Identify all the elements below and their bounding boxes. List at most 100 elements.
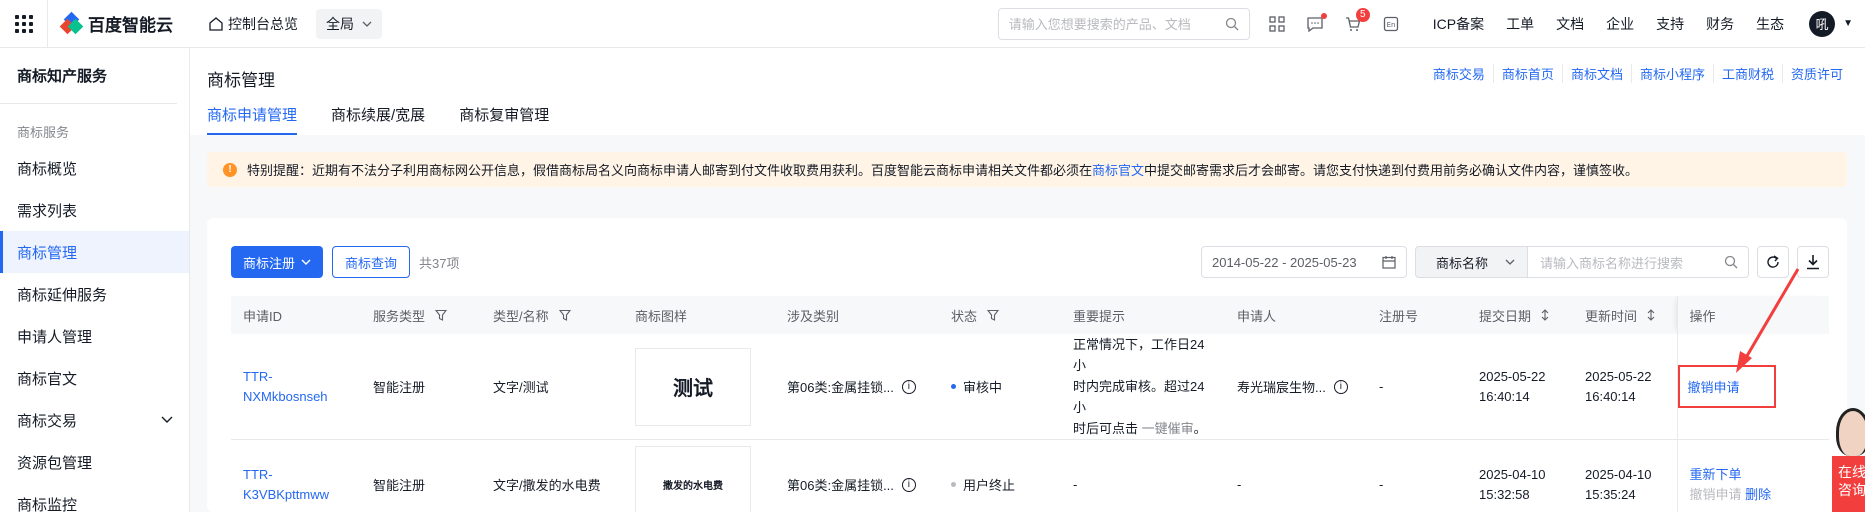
cell-applicant: - bbox=[1225, 439, 1367, 512]
col-header-update-time: 更新时间 bbox=[1573, 296, 1677, 334]
trademark-name-search-input[interactable]: 请输入商标名称进行搜索 bbox=[1527, 246, 1749, 278]
cell-category: 第06类:金属挂锁... i bbox=[775, 439, 939, 512]
query-button[interactable]: 商标查询 bbox=[332, 246, 411, 278]
tab-applications[interactable]: 商标申请管理 bbox=[207, 104, 298, 135]
info-icon[interactable]: i bbox=[901, 379, 916, 394]
global-search-input[interactable]: 请输入您想要搜索的产品、文档 bbox=[997, 7, 1250, 40]
filter-icon[interactable] bbox=[435, 309, 448, 321]
table-header-row: 申请ID 服务类型 类型/名称 商标图样 涉及类别 状态 重要提示 申请人 注册… bbox=[231, 296, 1829, 334]
sort-icon[interactable] bbox=[1647, 309, 1655, 321]
top-link-enterprise[interactable]: 企业 bbox=[1606, 14, 1634, 34]
top-link-icp[interactable]: ICP备案 bbox=[1433, 14, 1484, 34]
sidebar-group-label: 商标服务 bbox=[17, 125, 70, 140]
search-placeholder: 请输入您想要搜索的产品、文档 bbox=[1008, 17, 1191, 32]
tab-review[interactable]: 商标复审管理 bbox=[459, 104, 549, 135]
sidebar-item-extension-services[interactable]: 商标延伸服务 bbox=[0, 273, 189, 315]
table-row: TTR- K3VBKpttmww 智能注册 文字/撒发的水电费 撒发的水电费 第0… bbox=[231, 439, 1829, 512]
status-text: 审核中 bbox=[963, 380, 1003, 395]
cell-submit-date: 2025-05-22 16:40:14 bbox=[1467, 334, 1573, 440]
region-select[interactable]: 全局 bbox=[316, 8, 382, 39]
brand-logo-icon bbox=[59, 11, 84, 34]
quick-link-home[interactable]: 商标首页 bbox=[1492, 64, 1562, 83]
annotation-arrow bbox=[1736, 268, 1800, 373]
caret-down-icon[interactable]: ▼ bbox=[1843, 18, 1853, 29]
application-id-link[interactable]: TTR- K3VBKpttmww bbox=[243, 465, 361, 505]
col-header-submit-date: 提交日期 bbox=[1467, 296, 1573, 334]
cell-image: 撒发的水电费 bbox=[623, 439, 775, 512]
sidebar-item-trademark-management[interactable]: 商标管理 bbox=[0, 231, 189, 273]
search-icon[interactable] bbox=[1225, 17, 1239, 31]
info-icon[interactable]: i bbox=[901, 477, 916, 492]
sidebar-item-label: 商标管理 bbox=[17, 244, 78, 262]
tabs: 商标申请管理 商标续展/宽展 商标复审管理 bbox=[207, 104, 549, 135]
sidebar-item-resource-packs[interactable]: 资源包管理 bbox=[0, 441, 189, 483]
chevron-down-icon bbox=[161, 416, 173, 423]
apps-grid-icon bbox=[14, 14, 33, 33]
cell-type-name: 文字/测试 bbox=[481, 334, 623, 440]
table-row: TTR- NXMkbosnseh 智能注册 文字/测试 测试 第06类:金属挂锁.… bbox=[231, 334, 1829, 440]
consult-line1: 在线 bbox=[1838, 464, 1865, 480]
top-link-ecosystem[interactable]: 生态 bbox=[1756, 14, 1784, 34]
cart-icon[interactable]: 5 bbox=[1344, 7, 1370, 33]
quick-link-docs[interactable]: 商标文档 bbox=[1561, 64, 1631, 83]
reorder-link[interactable]: 重新下单 bbox=[1690, 467, 1742, 482]
sort-icon[interactable] bbox=[1541, 309, 1549, 321]
svg-text:En: En bbox=[1386, 21, 1395, 29]
message-icon[interactable] bbox=[1306, 12, 1327, 33]
col-header-reg-no: 注册号 bbox=[1367, 296, 1467, 334]
brand-name: 百度智能云 bbox=[88, 16, 173, 35]
console-overview-link[interactable]: 控制台总览 bbox=[209, 14, 298, 34]
quick-link-miniprogram[interactable]: 商标小程序 bbox=[1630, 64, 1713, 83]
total-count: 共37项 bbox=[419, 255, 460, 271]
info-icon[interactable]: i bbox=[1333, 379, 1348, 394]
sidebar-item-label: 商标交易 bbox=[17, 412, 78, 430]
brand-logo[interactable]: 百度智能云 bbox=[59, 11, 173, 36]
chevron-down-icon bbox=[1505, 259, 1515, 265]
console-overview-label: 控制台总览 bbox=[228, 15, 298, 32]
online-consult-widget[interactable]: 在线 咨询 bbox=[1832, 408, 1865, 512]
quick-link-license[interactable]: 资质许可 bbox=[1781, 64, 1851, 83]
language-icon[interactable]: En bbox=[1382, 15, 1400, 33]
top-link-docs[interactable]: 文档 bbox=[1556, 14, 1584, 34]
notice-text: 特别提醒：近期有不法分子利用商标网公开信息，假借商标局名义向商标申请人邮寄到付文… bbox=[247, 160, 1638, 179]
urge-review-link[interactable]: 一键催审 bbox=[1142, 421, 1194, 436]
apps-grid-button[interactable] bbox=[0, 0, 48, 48]
cart-badge: 5 bbox=[1355, 7, 1370, 22]
filter-icon[interactable] bbox=[558, 309, 571, 321]
consult-panel: 在线 咨询 bbox=[1832, 456, 1865, 512]
cell-applicant: 寿光瑞宸生物... i bbox=[1225, 334, 1367, 440]
sidebar-item-trading[interactable]: 商标交易 bbox=[0, 399, 189, 441]
notice-link[interactable]: 商标官文 bbox=[1092, 163, 1144, 178]
applications-table: 申请ID 服务类型 类型/名称 商标图样 涉及类别 状态 重要提示 申请人 注册… bbox=[231, 296, 1829, 512]
qrcode-icon[interactable] bbox=[1268, 15, 1286, 33]
message-dot bbox=[1320, 12, 1327, 19]
sidebar-item-label: 商标延伸服务 bbox=[17, 286, 108, 304]
sidebar-item-official-docs[interactable]: 商标官文 bbox=[0, 357, 189, 399]
search-field-select[interactable]: 商标名称 bbox=[1415, 246, 1527, 278]
tab-renewal[interactable]: 商标续展/宽展 bbox=[331, 104, 425, 135]
col-header-status: 状态 bbox=[939, 296, 1061, 334]
sidebar-item-monitoring[interactable]: 商标监控 bbox=[0, 483, 189, 512]
cell-hint: 正常情况下，工作日24小 时内完成审核。超过24小 时后可点击 一键催审。 bbox=[1061, 334, 1225, 440]
table-toolbar: 商标注册 商标查询 共37项 2014-05-22 - 2025-05-23 商… bbox=[231, 246, 1829, 278]
sidebar-item-requirements[interactable]: 需求列表 bbox=[0, 189, 189, 231]
cell-update-time: 2025-04-10 15:35:24 bbox=[1573, 439, 1677, 512]
sidebar-item-overview[interactable]: 商标概览 bbox=[0, 147, 189, 189]
sidebar-item-label: 商标监控 bbox=[17, 496, 78, 512]
top-link-finance[interactable]: 财务 bbox=[1706, 14, 1734, 34]
sidebar-item-label: 商标概览 bbox=[17, 160, 78, 178]
register-button[interactable]: 商标注册 bbox=[231, 246, 324, 278]
quick-link-tax[interactable]: 工商财税 bbox=[1712, 64, 1782, 83]
delete-link[interactable]: 删除 bbox=[1745, 487, 1771, 502]
avatar[interactable]: 吼 bbox=[1809, 10, 1836, 37]
date-range-picker[interactable]: 2014-05-22 - 2025-05-23 bbox=[1201, 246, 1407, 278]
sidebar-item-applicants[interactable]: 申请人管理 bbox=[0, 315, 189, 357]
filter-icon[interactable] bbox=[987, 309, 1000, 321]
quick-link-trading[interactable]: 商标交易 bbox=[1425, 64, 1493, 83]
region-value: 全局 bbox=[326, 15, 354, 32]
top-link-support[interactable]: 支持 bbox=[1656, 14, 1684, 34]
top-link-ticket[interactable]: 工单 bbox=[1506, 14, 1534, 34]
col-header-service: 服务类型 bbox=[361, 296, 481, 334]
trademark-image: 撒发的水电费 bbox=[635, 445, 751, 512]
application-id-link[interactable]: TTR- NXMkbosnseh bbox=[243, 367, 361, 407]
